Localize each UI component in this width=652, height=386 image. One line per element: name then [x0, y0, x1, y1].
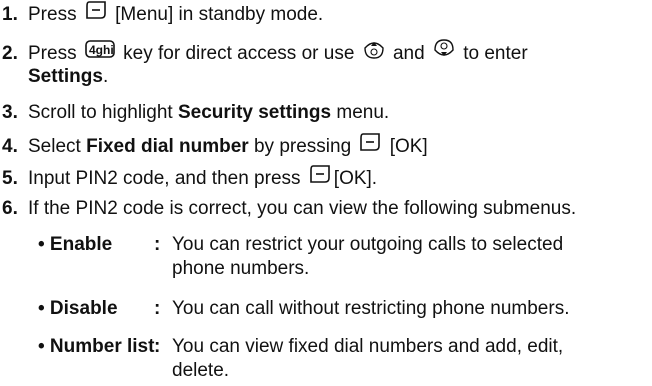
submenu-description: You can restrict your outgoing calls to … — [172, 234, 564, 255]
submenu-term: • Number list — [38, 336, 155, 357]
step-2: 2. Press 4ghi key for direct access or us… — [2, 38, 528, 68]
submenu-description: phone numbers. — [172, 258, 310, 279]
step-number: 4. — [2, 136, 18, 158]
softkey-icon — [85, 0, 107, 26]
step-3: 3. Scroll to highlight Security settings … — [2, 102, 390, 123]
step-number: 5. — [2, 168, 18, 190]
step-number: 3. — [2, 102, 18, 123]
submenu-description: You can view fixed dial numbers and add,… — [172, 336, 564, 357]
step-2-continued: Settings. — [28, 66, 109, 87]
navigation-down-key-icon — [433, 38, 455, 66]
step-number: 2. — [2, 43, 18, 65]
submenu-description: delete. — [172, 360, 230, 381]
submenu-term: • Enable — [38, 234, 113, 255]
softkey-icon — [359, 132, 381, 158]
step-4: 4. Select Fixed dial number by pressing [… — [2, 132, 428, 160]
svg-text:4ghi: 4ghi — [89, 43, 114, 57]
submenu-description: You can call without restricting phone n… — [172, 298, 570, 319]
submenu-number-list: • Number list : You can view fixed dial … — [38, 336, 564, 381]
four-ghi-key-icon: 4ghi — [85, 40, 115, 64]
step-5: 5. Input PIN2 code, and then press [OK]. — [2, 164, 377, 192]
step-6: 6. If the PIN2 code is correct, you can v… — [2, 198, 577, 219]
step-number: 1. — [2, 4, 18, 26]
submenu-enable: • Enable : You can restrict your outgoin… — [38, 234, 564, 279]
navigation-up-key-icon — [363, 38, 385, 66]
submenu-term: • Disable — [38, 298, 118, 319]
step-number: 6. — [2, 198, 18, 219]
softkey-icon — [309, 164, 331, 190]
step-1: 1. Press [Menu] in standby mode. — [2, 0, 323, 28]
submenu-disable: • Disable : You can call without restric… — [38, 298, 570, 319]
